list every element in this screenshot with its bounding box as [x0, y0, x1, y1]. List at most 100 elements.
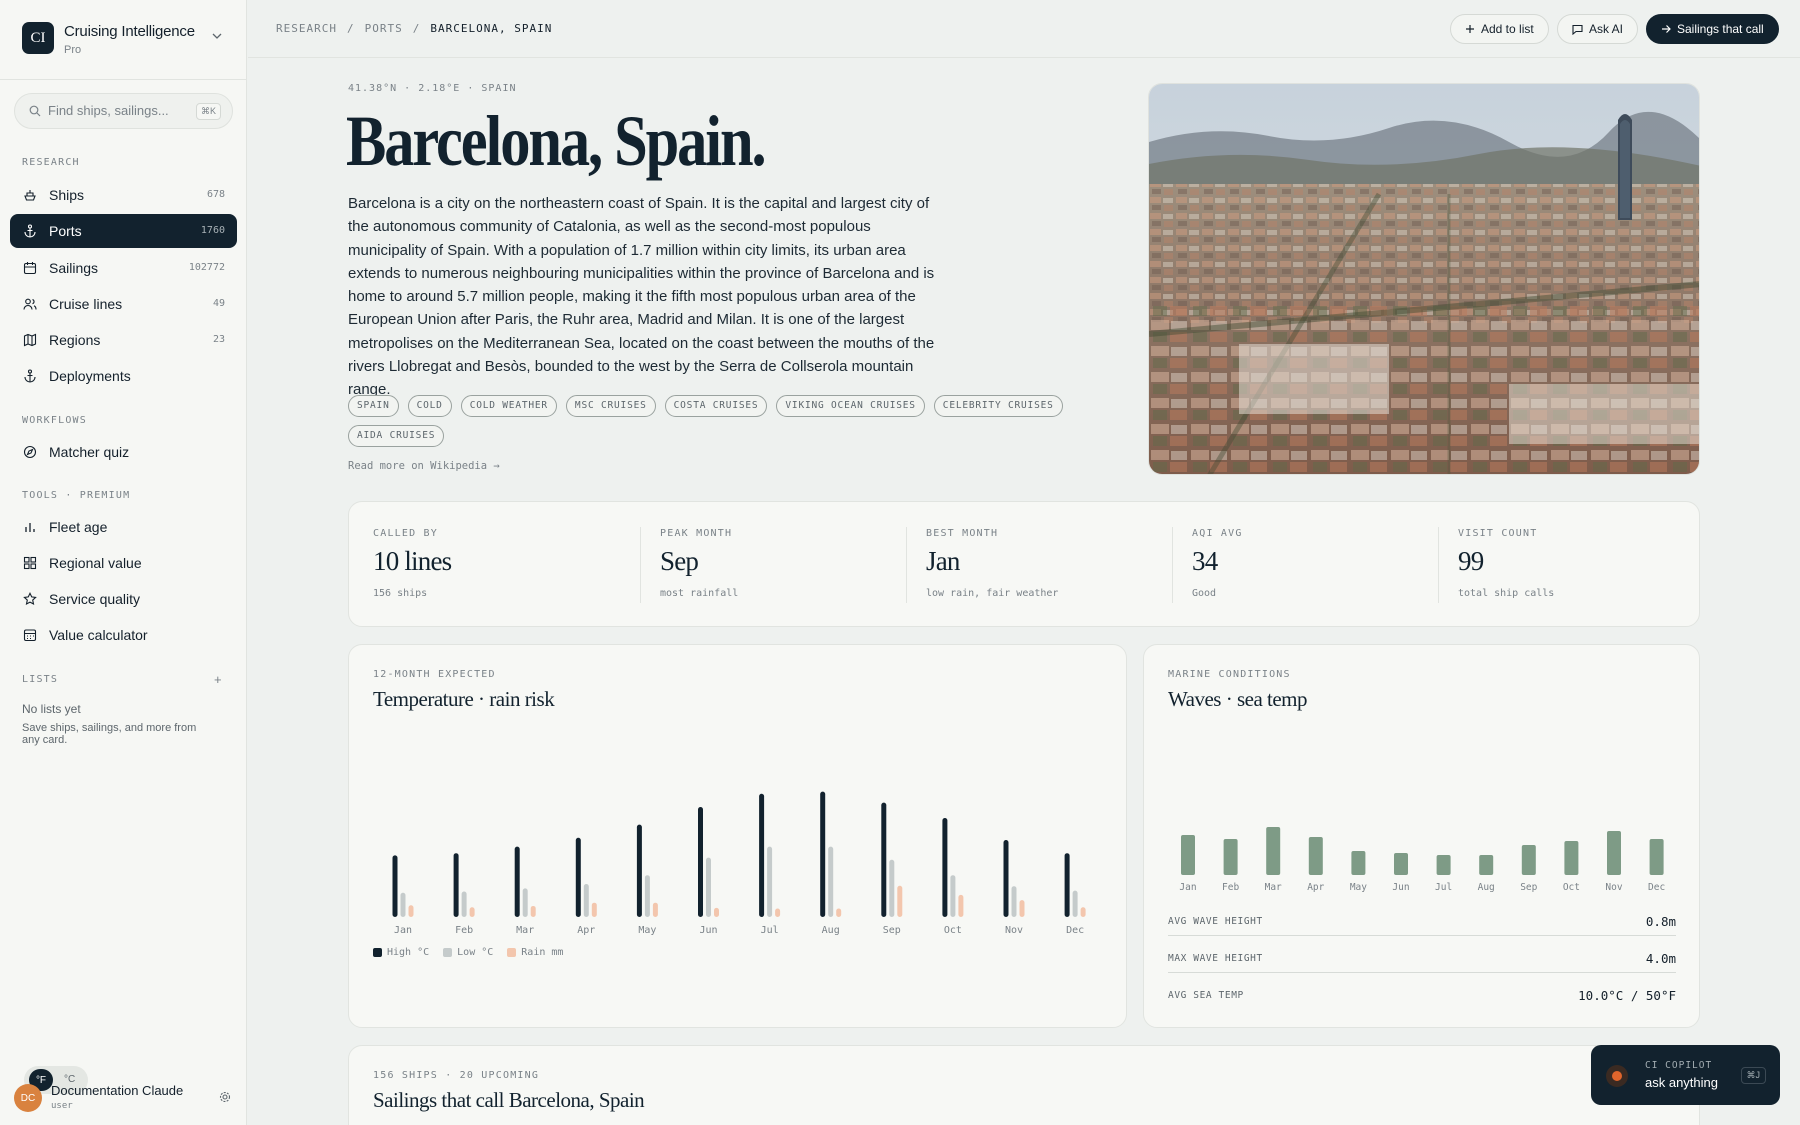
stat-divider [640, 527, 641, 603]
sidebar-item-count: 23 [212, 334, 225, 345]
bar-high-sep [881, 802, 887, 917]
sidebar-item-label: Ships [49, 187, 85, 203]
sidebar-item-fleet-age[interactable]: Fleet age [10, 510, 237, 544]
tag[interactable]: VIKING OCEAN CRUISES [776, 395, 925, 417]
tag[interactable]: COLD WEATHER [460, 395, 557, 417]
copilot-label: CI COPILOT [1645, 1060, 1713, 1071]
bar-low-apr [583, 884, 589, 917]
add-list-button[interactable]: + [214, 672, 222, 687]
ask-ai-button[interactable]: Ask AI [1557, 14, 1639, 44]
breadcrumb-ports[interactable]: PORTS [365, 22, 403, 35]
app-name: Cruising Intelligence [64, 23, 195, 40]
bar-rain-jul [775, 908, 781, 917]
ship-icon [24, 190, 36, 201]
sidebar-item-matcher-quiz[interactable]: Matcher quiz [10, 435, 237, 469]
tick-label-jul: Jul [1435, 882, 1452, 893]
stat-sub: low rain, fair weather [926, 588, 1059, 599]
legend-label: High °C [387, 947, 430, 958]
stat-value: 10 lines [373, 546, 452, 576]
legend-label: Low °C [457, 947, 494, 958]
wikipedia-link[interactable]: Read more on Wikipedia → [348, 460, 500, 472]
sidebar-item-value-calculator[interactable]: Value calculator [10, 618, 237, 652]
workspace-switcher[interactable]: CI Cruising Intelligence Pro [22, 22, 262, 58]
sidebar-item-count: 49 [212, 298, 225, 309]
bar-rain-apr [591, 902, 597, 917]
lists-empty-hint: Save ships, sailings, and more from any … [22, 722, 197, 746]
sailings-panel: 156 SHIPS · 20 UPCOMING Sailings that ca… [348, 1045, 1700, 1125]
tag[interactable]: SPAIN [348, 395, 399, 417]
tag[interactable]: AIDA CRUISES [348, 425, 445, 447]
page-title: Barcelona, Spain. [346, 101, 767, 181]
tick-label-jan: Jan [1179, 882, 1196, 893]
temperature-chart: Jan Feb Mar Apr May Jun Jul Aug Sep Oct Nov Dec [392, 791, 1086, 936]
sidebar-item-cruise-lines[interactable]: Cruise lines 49 [10, 287, 237, 321]
tick-label-oct: Oct [1563, 882, 1580, 893]
sailings-that-call-button[interactable]: Sailings that call [1646, 14, 1779, 44]
sidebar-item-label: Deployments [49, 368, 131, 384]
bar-high-nov [1003, 840, 1009, 917]
bar-rain-sep [897, 885, 903, 917]
tag[interactable]: COLD [407, 395, 452, 417]
tag-list: SPAIN COLD COLD WEATHER MSC CRUISES COST… [348, 395, 1088, 447]
bar-rain-aug [836, 908, 842, 917]
sidebar-item-sailings[interactable]: Sailings 102772 [10, 251, 237, 285]
sidebar-item-ships[interactable]: Ships 678 [10, 178, 237, 212]
legend-label: Rain mm [521, 947, 564, 958]
plus-icon [1466, 25, 1474, 33]
tick-label-mar: Mar [516, 925, 534, 936]
chevron-down-icon[interactable] [212, 33, 222, 39]
star-icon [23, 592, 37, 606]
bar-high-jul [759, 793, 765, 917]
sidebar-item-regions[interactable]: Regions 23 [10, 323, 237, 357]
panel-eyebrow: 156 SHIPS · 20 UPCOMING [373, 1070, 540, 1081]
sidebar-divider [0, 79, 247, 80]
tick-label-nov: Nov [1005, 925, 1023, 936]
port-description: Barcelona is a city on the northeastern … [348, 195, 935, 399]
marine-row-sea-temp: AVG SEA TEMP 10.0°C / 50°F [1168, 984, 1676, 1010]
bar-rain-dec [1080, 907, 1086, 917]
sidebar-item-label: Ports [49, 223, 82, 239]
sidebar-item-deployments[interactable]: Deployments [10, 359, 237, 393]
marine-label: AVG WAVE HEIGHT [1168, 916, 1263, 927]
avatar[interactable]: DC [14, 1084, 42, 1112]
copilot-status-icon [1606, 1065, 1628, 1087]
stat-label: BEST MONTH [926, 528, 999, 539]
bar-rain-nov [1019, 900, 1025, 917]
top-bar: RESEARCH / PORTS / BARCELONA, SPAIN Add … [248, 0, 1800, 58]
sidebar-item-regional-value[interactable]: Regional value [10, 546, 237, 580]
bar-high-mar [514, 846, 520, 917]
section-label-workflows: WORKFLOWS [22, 415, 87, 426]
breadcrumb-current: BARCELONA, SPAIN [430, 22, 553, 35]
marine-row-avg-wave: AVG WAVE HEIGHT 0.8m [1168, 910, 1676, 936]
tick-label-jun: Jun [699, 925, 717, 936]
tag[interactable]: CELEBRITY CRUISES [933, 395, 1063, 417]
copilot-launcher[interactable]: CI COPILOT ask anything ⌘J [1591, 1045, 1780, 1105]
legend-swatch [507, 948, 517, 957]
stat-label: PEAK MONTH [660, 528, 733, 539]
tick-label-feb: Feb [455, 925, 473, 936]
tag[interactable]: MSC CRUISES [565, 395, 656, 417]
sidebar-item-label: Regional value [49, 555, 142, 571]
sidebar-item-service-quality[interactable]: Service quality [10, 582, 237, 616]
bar-high-oct [942, 818, 948, 917]
sidebar-item-label: Service quality [49, 591, 141, 607]
bar-high-may [636, 824, 642, 917]
add-to-list-button[interactable]: Add to list [1450, 14, 1549, 44]
bar-wave-may [1351, 851, 1366, 875]
bar-rain-jan [408, 905, 414, 917]
section-label-lists: LISTS [22, 674, 59, 685]
bar-low-aug [828, 846, 834, 917]
stat-divider [906, 527, 907, 603]
bar-wave-oct [1564, 841, 1579, 875]
search-box[interactable]: ⌘K [14, 93, 233, 129]
gear-icon[interactable] [219, 1091, 231, 1103]
breadcrumb-research[interactable]: RESEARCH [276, 22, 337, 35]
tick-label-jul: Jul [761, 925, 779, 936]
tick-label-dec: Dec [1648, 882, 1665, 893]
bar-wave-aug [1479, 855, 1494, 875]
sidebar-item-ports[interactable]: Ports 1760 [10, 214, 237, 248]
anchor-icon [24, 224, 36, 238]
stat-value: Jan [926, 546, 960, 576]
search-input[interactable] [48, 103, 168, 118]
tag[interactable]: COSTA CRUISES [664, 395, 768, 417]
